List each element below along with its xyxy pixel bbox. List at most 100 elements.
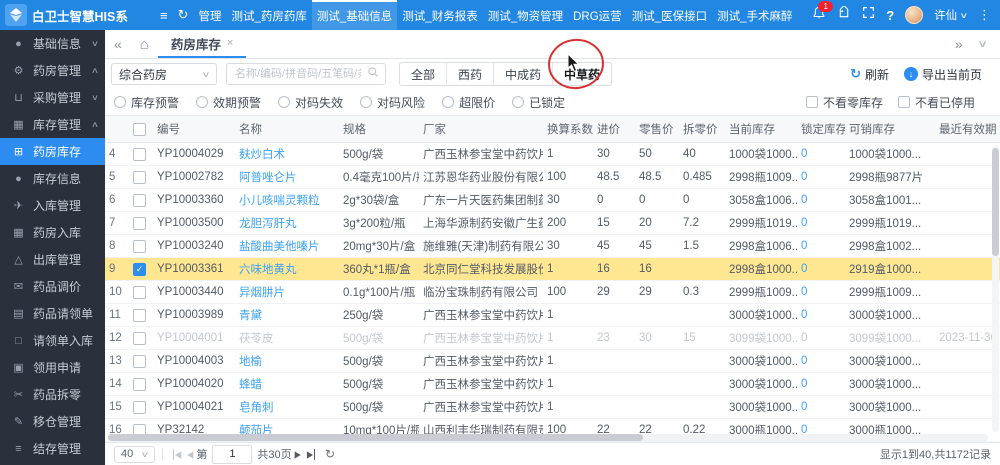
horizontal-scrollbar[interactable] xyxy=(108,434,988,441)
last-page-button[interactable]: ▶ xyxy=(307,449,315,460)
sidebar-item[interactable]: ≡结存管理 xyxy=(0,435,105,462)
vertical-scrollbar[interactable] xyxy=(992,145,999,432)
table-row[interactable]: 10YP10003440异烟肼片0.1g*100片/瓶临汾宝珠制药有限公司100… xyxy=(105,281,1000,304)
export-page-button[interactable]: ↓ 导出当前页 xyxy=(904,66,982,83)
cell-name[interactable]: 皂角刺 xyxy=(235,399,339,415)
close-icon[interactable]: × xyxy=(227,37,233,49)
cell-name[interactable]: 小儿咳喘灵颗粒 xyxy=(235,192,339,208)
home-icon[interactable]: ⌂ xyxy=(131,30,158,58)
cell-name[interactable]: 麸炒白术 xyxy=(235,146,339,162)
table-row[interactable]: 15YP10004021皂角刺500g/袋广西玉林参宝堂中药饮片有...1300… xyxy=(105,396,1000,419)
table-row[interactable]: 14YP10004020蜂蜡500g/袋广西玉林参宝堂中药饮片有...13000… xyxy=(105,373,1000,396)
menu-item[interactable]: 测试_医保接口 xyxy=(627,0,712,30)
row-checkbox[interactable] xyxy=(133,148,146,161)
warning-filter-radio[interactable]: 超限价 xyxy=(442,94,495,111)
pharmacy-select[interactable]: 综合药房 ∨ xyxy=(111,63,217,85)
sidebar-item[interactable]: ✎移仓管理 xyxy=(0,408,105,435)
column-header[interactable]: 编号 xyxy=(153,121,235,137)
row-checkbox[interactable] xyxy=(133,355,146,368)
notification-bell-icon[interactable]: 1 xyxy=(812,6,826,25)
page-number-input[interactable] xyxy=(212,445,252,464)
warning-filter-radio[interactable]: 对码失效 xyxy=(278,94,343,111)
column-header[interactable]: 最近有效期 xyxy=(935,121,997,137)
tabs-scroll-left-icon[interactable]: « xyxy=(105,30,131,58)
cell-name[interactable]: 龙胆泻肝丸 xyxy=(235,215,339,231)
drug-type-filter[interactable]: 全部 xyxy=(400,63,446,85)
warning-filter-radio[interactable]: 库存预警 xyxy=(114,94,179,111)
sidebar-item[interactable]: ⚙药房管理∧ xyxy=(0,57,105,84)
row-checkbox[interactable] xyxy=(133,378,146,391)
sidebar-item[interactable]: ●库存信息 xyxy=(0,165,105,192)
horizontal-scrollbar-thumb[interactable] xyxy=(108,434,643,441)
warning-filter-radio[interactable]: 已锁定 xyxy=(512,94,565,111)
cell-name[interactable]: 六味地黄丸 xyxy=(235,261,339,277)
row-checkbox[interactable] xyxy=(133,309,146,322)
row-checkbox[interactable] xyxy=(133,217,146,230)
sidebar-item[interactable]: ▣领用申请 xyxy=(0,354,105,381)
refresh-button[interactable]: ↻ 刷新 xyxy=(850,66,889,83)
row-checkbox[interactable] xyxy=(133,401,146,414)
table-row[interactable]: 8YP10003240盐酸曲美他嗪片20mg*30片/盒施维雅(天津)制药有限公… xyxy=(105,235,1000,258)
table-row[interactable]: 13YP10004003地榆500g/袋广西玉林参宝堂中药饮片有...13000… xyxy=(105,350,1000,373)
column-header[interactable]: 零售价 xyxy=(635,121,679,137)
row-checkbox[interactable] xyxy=(133,332,146,345)
column-header[interactable]: 可销库存 xyxy=(845,121,935,137)
column-header[interactable]: 名称 xyxy=(235,121,339,137)
cell-name[interactable]: 蜂蜡 xyxy=(235,376,339,392)
table-row[interactable]: 9YP10003361六味地黄丸360丸*1瓶/盒北京同仁堂科技发展股份有...… xyxy=(105,258,1000,281)
prev-page-button[interactable]: ◀ xyxy=(187,449,193,460)
view-filter-checkbox[interactable]: 不看已停用 xyxy=(898,94,975,111)
row-checkbox[interactable] xyxy=(133,194,146,207)
drug-type-filter[interactable]: 西药 xyxy=(446,63,493,85)
sidebar-item[interactable]: ●基础信息∨ xyxy=(0,30,105,57)
warning-filter-radio[interactable]: 效期预警 xyxy=(196,94,261,111)
help-icon[interactable]: ? xyxy=(886,8,894,23)
menu-item[interactable]: 测试_药房药库 xyxy=(227,0,312,30)
page-size-select[interactable]: 40 ∨ xyxy=(114,446,155,463)
row-checkbox[interactable] xyxy=(133,171,146,184)
tab-pharmacy-stock[interactable]: 药房库存 × xyxy=(158,30,246,58)
tag-icon[interactable] xyxy=(837,6,851,25)
avatar[interactable] xyxy=(905,6,923,24)
drug-type-filter[interactable]: 中成药 xyxy=(493,63,552,85)
column-header[interactable]: 锁定库存 xyxy=(797,121,845,137)
table-row[interactable]: 7YP10003500龙胆泻肝丸3g*200粒/瓶上海华源制药安徽广生药业...… xyxy=(105,212,1000,235)
sidebar-item[interactable]: ⊞药房库存 xyxy=(0,138,105,165)
cell-name[interactable]: 异烟肼片 xyxy=(235,284,339,300)
view-filter-checkbox[interactable]: 不看零库存 xyxy=(806,94,883,111)
tabs-menu-chevron-icon[interactable]: ∨ xyxy=(977,39,988,50)
row-checkbox[interactable] xyxy=(133,286,146,299)
sidebar-item[interactable]: △出库管理 xyxy=(0,246,105,273)
collapse-menu-icon[interactable]: ≡ xyxy=(160,8,168,23)
vertical-scrollbar-thumb[interactable] xyxy=(992,148,999,256)
sidebar-item[interactable]: ▦库存管理∧ xyxy=(0,111,105,138)
next-page-button[interactable]: ▶ xyxy=(295,449,301,460)
table-row[interactable]: 4YP10004029麸炒白术500g/袋广西玉林参宝堂中药饮片有...1305… xyxy=(105,143,1000,166)
menu-item[interactable]: DRG运营 xyxy=(568,0,627,30)
table-row[interactable]: 11YP10003989青黛250g/袋广西玉林参宝堂中药饮片有...13000… xyxy=(105,304,1000,327)
cell-name[interactable]: 青黛 xyxy=(235,307,339,323)
search-input[interactable] xyxy=(233,67,363,81)
column-header[interactable]: 当前库存 xyxy=(725,121,797,137)
sidebar-item[interactable]: ✂药品拆零 xyxy=(0,381,105,408)
select-all-checkbox[interactable] xyxy=(133,123,146,136)
sidebar-item[interactable]: □请领单入库 xyxy=(0,327,105,354)
sidebar-item[interactable]: ✉药品调价 xyxy=(0,273,105,300)
first-page-button[interactable]: ◀ xyxy=(173,449,181,460)
table-row[interactable]: 12YP10004001茯苓皮500g/袋广西玉林参宝堂中药饮片有...1233… xyxy=(105,327,1000,350)
menu-item[interactable]: 测试_物资管理 xyxy=(483,0,568,30)
column-header[interactable]: 规格 xyxy=(339,121,419,137)
menu-item[interactable]: 管理 xyxy=(194,0,227,30)
warning-filter-radio[interactable]: 对码风险 xyxy=(360,94,425,111)
menu-item[interactable]: 测试_财务报表 xyxy=(397,0,482,30)
menu-item[interactable]: 测试_基础信息 xyxy=(312,0,397,30)
sidebar-item[interactable]: ✈入库管理 xyxy=(0,192,105,219)
user-menu[interactable]: 许仙 ∨ xyxy=(934,7,967,23)
cell-name[interactable]: 地榆 xyxy=(235,353,339,369)
search-icon[interactable] xyxy=(367,65,379,83)
drug-type-filter[interactable]: 中草药 xyxy=(552,63,611,85)
sidebar-item[interactable]: ⊔采购管理∨ xyxy=(0,84,105,111)
sidebar-item[interactable]: ▦药房入库 xyxy=(0,219,105,246)
column-header[interactable]: 厂家 xyxy=(419,121,543,137)
table-row[interactable]: 6YP10003360小儿咳喘灵颗粒2g*30袋/盒广东一片天医药集团制药有..… xyxy=(105,189,1000,212)
